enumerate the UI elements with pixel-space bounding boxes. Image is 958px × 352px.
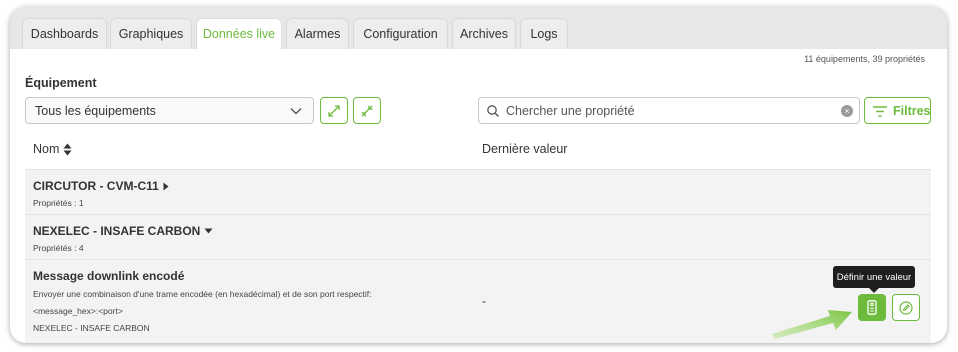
- group-property-count: Propriétés : 4: [33, 243, 84, 253]
- caret-right-icon: [163, 182, 169, 190]
- edit-button[interactable]: [892, 294, 920, 321]
- tab-bar: Dashboards Graphiques Données live Alarm…: [10, 7, 947, 49]
- group-property-count: Propriétés : 1: [33, 198, 84, 208]
- tab-configuration[interactable]: Configuration: [353, 18, 448, 49]
- expand-arrows-icon: [328, 104, 340, 117]
- equipment-select[interactable]: Tous les équipements: [25, 97, 314, 124]
- property-name: Message downlink encodé: [33, 269, 185, 283]
- column-header-name[interactable]: Nom: [33, 142, 72, 156]
- expand-all-button[interactable]: [320, 97, 348, 124]
- search-placeholder: Chercher une propriété: [506, 103, 635, 118]
- clear-icon[interactable]: ×: [841, 105, 853, 117]
- group-row-circutor[interactable]: CIRCUTOR - CVM-C11 Propriétés : 1: [25, 169, 931, 214]
- tab-alarmes[interactable]: Alarmes: [286, 18, 349, 49]
- set-value-tooltip: Définir une valeur: [833, 266, 915, 293]
- set-value-button[interactable]: [858, 294, 886, 321]
- column-header-last-value: Dernière valeur: [482, 142, 568, 156]
- main-panel: Dashboards Graphiques Données live Alarm…: [10, 7, 947, 343]
- tab-dashboards[interactable]: Dashboards: [22, 18, 107, 49]
- chevron-down-icon: [290, 108, 302, 115]
- group-name: NEXELEC - INSAFE CARBON: [33, 224, 201, 238]
- equipment-property-count: 11 équipements, 39 propriétés: [804, 54, 925, 64]
- group-row-nexelec[interactable]: NEXELEC - INSAFE CARBON Propriétés : 4: [25, 214, 931, 259]
- property-description: Envoyer une combinaison d'une trame enco…: [33, 289, 372, 299]
- property-format: <message_hex>:<port>: [33, 306, 123, 316]
- property-device: NEXELEC - INSAFE CARBON: [33, 323, 150, 333]
- tab-logs[interactable]: Logs: [520, 18, 568, 49]
- column-name-label: Nom: [33, 142, 60, 156]
- property-search-input[interactable]: Chercher une propriété ×: [478, 97, 860, 124]
- filters-button[interactable]: Filtres: [864, 97, 931, 124]
- pointer-arrow-icon: [772, 310, 852, 339]
- collapse-all-button[interactable]: [353, 97, 381, 124]
- equipment-label: Équipement: [25, 76, 97, 90]
- property-last-value: -: [482, 294, 486, 308]
- search-icon: [487, 105, 499, 117]
- filter-lines-icon: [873, 106, 887, 117]
- collapse-arrows-icon: [361, 105, 373, 116]
- group-name: CIRCUTOR - CVM-C11: [33, 179, 159, 193]
- equipment-select-value: Tous les équipements: [35, 103, 156, 118]
- tab-graphiques[interactable]: Graphiques: [110, 18, 192, 49]
- filters-label: Filtres: [893, 103, 931, 118]
- remote-control-icon: [867, 300, 877, 315]
- edit-icon: [899, 300, 913, 315]
- tab-archives[interactable]: Archives: [452, 18, 516, 49]
- sort-icon: [63, 143, 72, 155]
- tab-donnees-live[interactable]: Données live: [196, 18, 282, 49]
- caret-down-icon: [204, 228, 213, 234]
